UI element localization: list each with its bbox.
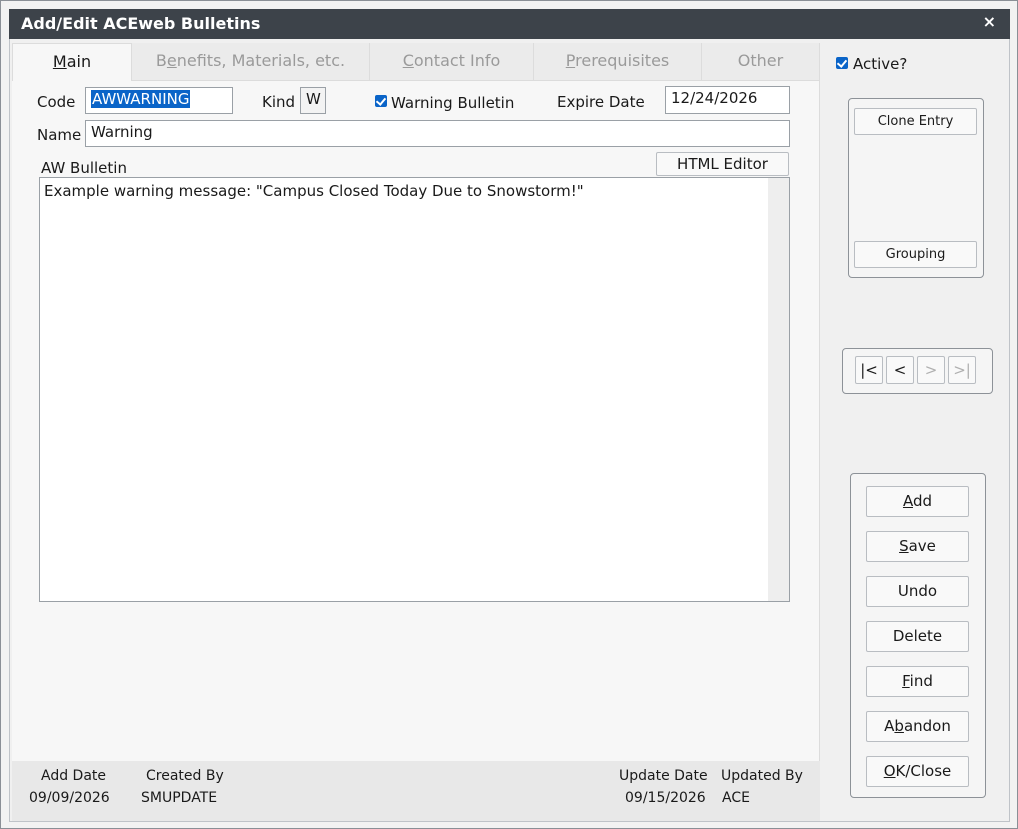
expire-date-field[interactable]: 12/24/2026 xyxy=(665,86,790,114)
clone-group: Clone Entry Grouping xyxy=(848,98,984,278)
record-navigator: |< < > >| xyxy=(842,348,993,394)
update-date-label: Update Date xyxy=(619,768,708,784)
kind-label: Kind xyxy=(262,93,296,111)
close-icon[interactable]: × xyxy=(983,12,996,31)
code-field[interactable]: AWWARNING xyxy=(85,87,233,114)
grouping-button[interactable]: Grouping xyxy=(854,241,977,268)
audit-footer: Add Date 09/09/2026 Created By SMUPDATE … xyxy=(12,761,820,821)
aw-bulletin-label: AW Bulletin xyxy=(41,159,127,177)
code-label: Code xyxy=(37,93,76,111)
bulletin-text: Example warning message: "Campus Closed … xyxy=(44,182,584,200)
clone-entry-button[interactable]: Clone Entry xyxy=(854,108,977,135)
html-editor-button[interactable]: HTML Editor xyxy=(656,152,789,176)
name-field[interactable]: Warning xyxy=(85,120,790,147)
ok-close-button[interactable]: OK/Close xyxy=(866,756,969,787)
memo-scrollbar[interactable] xyxy=(768,178,789,601)
tab-contact-info[interactable]: Contact Info xyxy=(370,43,534,81)
warning-bulletin-label: Warning Bulletin xyxy=(391,94,515,112)
add-date-value: 09/09/2026 xyxy=(29,790,110,806)
created-by-value: SMUPDATE xyxy=(141,790,218,806)
action-buttons-group: Add Save Undo Delete Find Abandon OK/Clo… xyxy=(850,473,986,798)
active-checkbox[interactable] xyxy=(836,57,848,69)
kind-field[interactable]: W xyxy=(300,87,326,114)
find-button[interactable]: Find xyxy=(866,666,969,697)
tab-main[interactable]: Main xyxy=(12,43,132,83)
warning-bulletin-checkbox[interactable] xyxy=(375,95,387,107)
abandon-button[interactable]: Abandon xyxy=(866,711,969,742)
add-date-label: Add Date xyxy=(41,768,107,784)
created-by-label: Created By xyxy=(146,768,224,784)
bulletin-memo[interactable]: Example warning message: "Campus Closed … xyxy=(39,177,790,602)
tab-prerequisites[interactable]: Prerequisites xyxy=(534,43,702,81)
title-bar: Add/Edit ACEweb Bulletins × xyxy=(9,9,1010,39)
last-record-button[interactable]: >| xyxy=(948,356,976,384)
updated-by-value: ACE xyxy=(722,790,750,806)
updated-by-label: Updated By xyxy=(721,768,803,784)
first-record-button[interactable]: |< xyxy=(855,356,883,384)
add-button[interactable]: Add xyxy=(866,486,969,517)
previous-record-button[interactable]: < xyxy=(886,356,914,384)
dialog-client: Main Benefits, Materials, etc. Contact I… xyxy=(9,39,1010,822)
name-label: Name xyxy=(37,126,82,144)
tab-benefits[interactable]: Benefits, Materials, etc. xyxy=(132,43,370,81)
active-label: Active? xyxy=(853,55,908,73)
tab-strip: Main Benefits, Materials, etc. Contact I… xyxy=(12,43,820,83)
undo-button[interactable]: Undo xyxy=(866,576,969,607)
update-date-value: 09/15/2026 xyxy=(625,790,706,806)
main-tab-panel: Code AWWARNING Kind W Warning Bulletin E… xyxy=(12,81,820,761)
next-record-button[interactable]: > xyxy=(917,356,945,384)
tab-other[interactable]: Other xyxy=(702,43,820,81)
window-title: Add/Edit ACEweb Bulletins xyxy=(21,14,261,33)
delete-button[interactable]: Delete xyxy=(866,621,969,652)
expire-date-label: Expire Date xyxy=(557,93,645,111)
dialog-window: Add/Edit ACEweb Bulletins × Main Benefit… xyxy=(0,0,1018,829)
code-value: AWWARNING xyxy=(91,90,191,108)
save-button[interactable]: Save xyxy=(866,531,969,562)
